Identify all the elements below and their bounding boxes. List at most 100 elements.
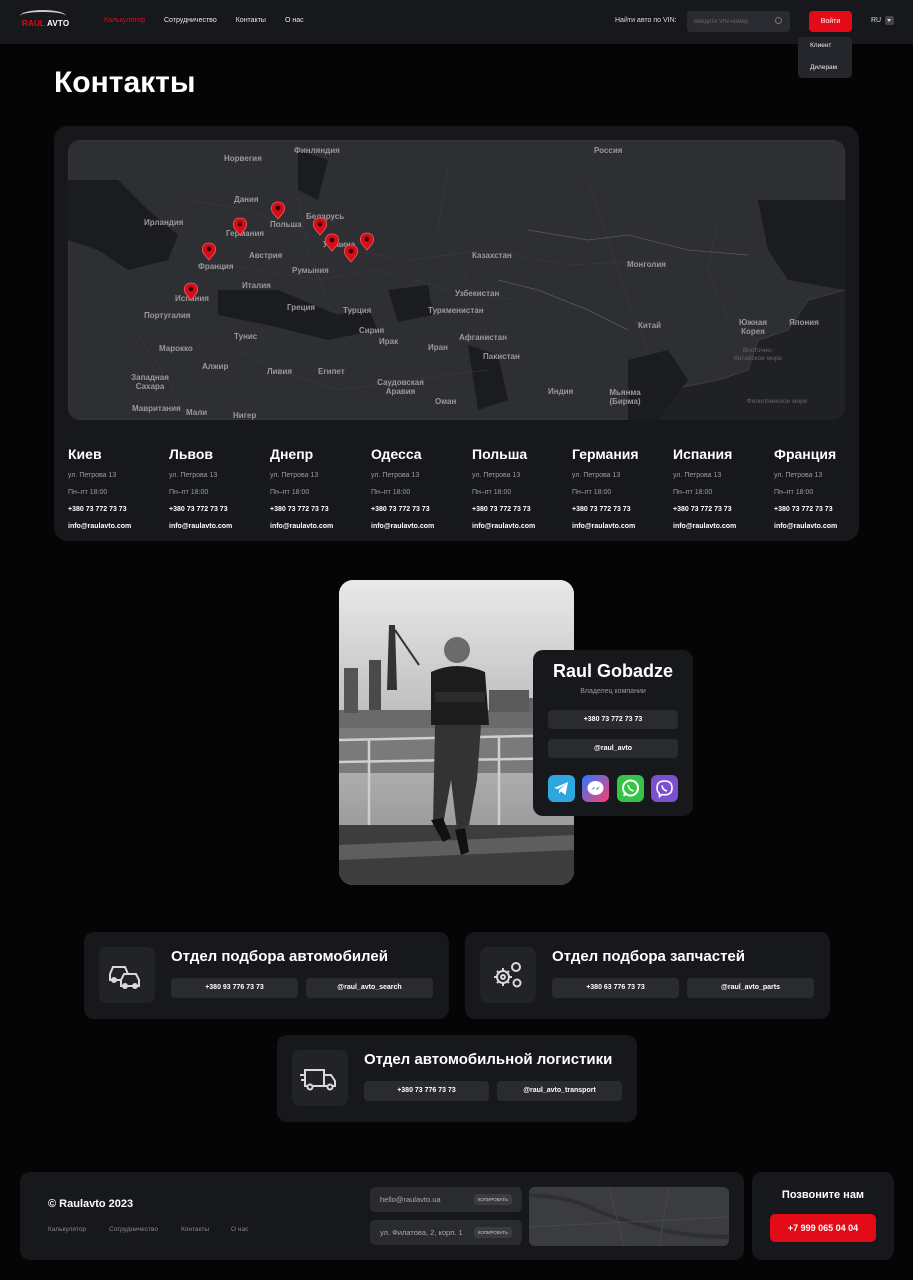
office-city: Германия — [572, 446, 639, 462]
office-email[interactable]: info@raulavto.com — [472, 523, 568, 540]
office-phone[interactable]: +380 73 772 73 73 — [68, 506, 164, 523]
office-city: Испания — [673, 446, 733, 462]
owner-phone[interactable]: +380 73 772 73 73 — [548, 710, 678, 729]
dept-handle[interactable]: @raul_avto_transport — [497, 1081, 622, 1101]
office-address: ул. Петрова 13 — [472, 472, 521, 479]
map-pins — [183, 201, 375, 301]
logo[interactable]: RAUL AVTO — [18, 10, 70, 32]
office-email[interactable]: info@raulavto.com — [270, 523, 366, 540]
search-icon[interactable] — [775, 17, 782, 24]
office-city: Польша — [472, 446, 528, 462]
office-lviv: Львов ул. Петрова 13 Пн–пт 18:00 +380 73… — [169, 446, 265, 540]
language-selector[interactable]: RU — [871, 17, 881, 24]
dept-phone[interactable]: +380 63 776 73 73 — [552, 978, 679, 998]
nav-cooperation[interactable]: Сотрудничество — [164, 17, 217, 24]
nav-calculator[interactable]: Калькулятор — [104, 17, 145, 24]
office-phone[interactable]: +380 73 772 73 73 — [774, 506, 854, 523]
offices-map[interactable]: Норвегия Финляндия Россия Дания Ирландия… — [68, 140, 845, 420]
pin-odesa[interactable] — [343, 244, 359, 263]
dropdown-item-dealers[interactable]: Дилерам — [810, 64, 837, 71]
viber-icon[interactable] — [651, 775, 678, 802]
copy-address-button[interactable]: КОПИРОВАТЬ — [473, 1227, 512, 1238]
dropdown-item-client[interactable]: Клиент — [810, 42, 831, 49]
pin-poland[interactable] — [270, 201, 286, 220]
office-phone[interactable]: +380 73 772 73 73 — [572, 506, 668, 523]
office-city: Львов — [169, 446, 214, 462]
office-email[interactable]: info@raulavto.com — [371, 523, 467, 540]
office-kiev: Киев ул. Петрова 13 Пн–пт 18:00 +380 73 … — [68, 446, 164, 540]
office-hours: Пн–пт 18:00 — [673, 489, 713, 496]
owner-handle[interactable]: @raul_avto — [548, 739, 678, 758]
messenger-icon[interactable] — [582, 775, 609, 802]
dept-phone[interactable]: +380 93 776 73 73 — [171, 978, 298, 998]
vin-label: Найти авто по VIN: — [615, 17, 677, 24]
footer-copyright: © Raulavto 2023 — [48, 1198, 134, 1210]
office-phone[interactable]: +380 73 772 73 73 — [169, 506, 265, 523]
telegram-icon[interactable] — [548, 775, 575, 802]
office-address: ул. Петрова 13 — [572, 472, 621, 479]
dept-title: Отдел автомобильной логистики — [364, 1051, 613, 1068]
office-city: Франция — [774, 446, 837, 462]
office-city: Одесса — [371, 446, 422, 462]
pin-lviv[interactable] — [312, 217, 328, 236]
footer-nav-contacts[interactable]: Контакты — [181, 1226, 209, 1233]
main-nav: Калькулятор Сотрудничество Контакты О на… — [104, 17, 304, 24]
call-title: Позвоните нам — [781, 1189, 865, 1201]
office-address: ул. Петрова 13 — [68, 472, 117, 479]
office-hours: Пн–пт 18:00 — [270, 489, 310, 496]
office-dnipro: Днепр ул. Петрова 13 Пн–пт 18:00 +380 73… — [270, 446, 366, 540]
footer-nav-calculator[interactable]: Калькулятор — [48, 1226, 86, 1233]
dept-phone[interactable]: +380 73 776 73 73 — [364, 1081, 489, 1101]
office-city: Киев — [68, 446, 102, 462]
office-city: Днепр — [270, 446, 314, 462]
office-address: ул. Петрова 13 — [371, 472, 420, 479]
office-phone[interactable]: +380 73 772 73 73 — [371, 506, 467, 523]
whatsapp-icon[interactable] — [617, 775, 644, 802]
pin-dnipro[interactable] — [359, 232, 375, 251]
footer-nav-cooperation[interactable]: Сотрудничество — [109, 1226, 158, 1233]
office-phone[interactable]: +380 73 772 73 73 — [270, 506, 366, 523]
footer-mini-map[interactable] — [529, 1187, 729, 1246]
logo-text: RAUL AVTO — [22, 19, 70, 28]
office-email[interactable]: info@raulavto.com — [169, 523, 265, 540]
page-title: Контакты — [54, 66, 196, 99]
office-hours: Пн–пт 18:00 — [572, 489, 612, 496]
pin-kyiv[interactable] — [324, 233, 340, 252]
dept-handle[interactable]: @raul_avto_search — [306, 978, 433, 998]
cars-icon — [99, 947, 155, 1003]
office-phone[interactable]: +380 73 772 73 73 — [673, 506, 769, 523]
pin-germany[interactable] — [232, 217, 248, 236]
nav-contacts[interactable]: Контакты — [236, 17, 266, 24]
footer-nav-about[interactable]: О нас — [231, 1226, 248, 1233]
dept-title: Отдел подбора запчастей — [552, 948, 745, 965]
office-phone[interactable]: +380 73 772 73 73 — [472, 506, 568, 523]
truck-icon — [292, 1050, 348, 1106]
dept-handle[interactable]: @raul_avto_parts — [687, 978, 814, 998]
owner-name: Raul Gobadze — [552, 661, 673, 681]
dept-title: Отдел подбора автомобилей — [171, 948, 388, 965]
office-email[interactable]: info@raulavto.com — [68, 523, 164, 540]
login-dropdown: Клиент Дилерам — [798, 37, 852, 78]
office-address: ул. Петрова 13 — [169, 472, 218, 479]
office-hours: Пн–пт 18:00 — [472, 489, 512, 496]
pin-france[interactable] — [201, 242, 217, 261]
login-button[interactable]: Войти — [809, 11, 852, 32]
pin-spain[interactable] — [183, 282, 199, 301]
office-hours: Пн–пт 18:00 — [169, 489, 209, 496]
office-address: ул. Петрова 13 — [774, 472, 823, 479]
copy-email-button[interactable]: КОПИРОВАТЬ — [473, 1194, 512, 1205]
footer-address[interactable]: ул. Филатова, 2, корп. 1 — [380, 1228, 463, 1237]
office-email[interactable]: info@raulavto.com — [572, 523, 668, 540]
office-poland: Польша ул. Петрова 13 Пн–пт 18:00 +380 7… — [472, 446, 568, 540]
office-email[interactable]: info@raulavto.com — [673, 523, 769, 540]
office-email[interactable]: info@raulavto.com — [774, 523, 854, 540]
chevron-down-icon[interactable] — [885, 16, 894, 25]
nav-about[interactable]: О нас — [285, 17, 304, 24]
footer-map-image — [529, 1187, 729, 1246]
office-odesa: Одесса ул. Петрова 13 Пн–пт 18:00 +380 7… — [371, 446, 467, 540]
call-button[interactable]: +7 999 065 04 04 — [770, 1214, 876, 1242]
footer-address-field: ул. Филатова, 2, корп. 1 КОПИРОВАТЬ — [370, 1220, 522, 1245]
office-france: Франция ул. Петрова 13 Пн–пт 18:00 +380 … — [774, 446, 854, 540]
footer-email[interactable]: hello@raulavto.ua — [380, 1195, 441, 1204]
office-germany: Германия ул. Петрова 13 Пн–пт 18:00 +380… — [572, 446, 668, 540]
